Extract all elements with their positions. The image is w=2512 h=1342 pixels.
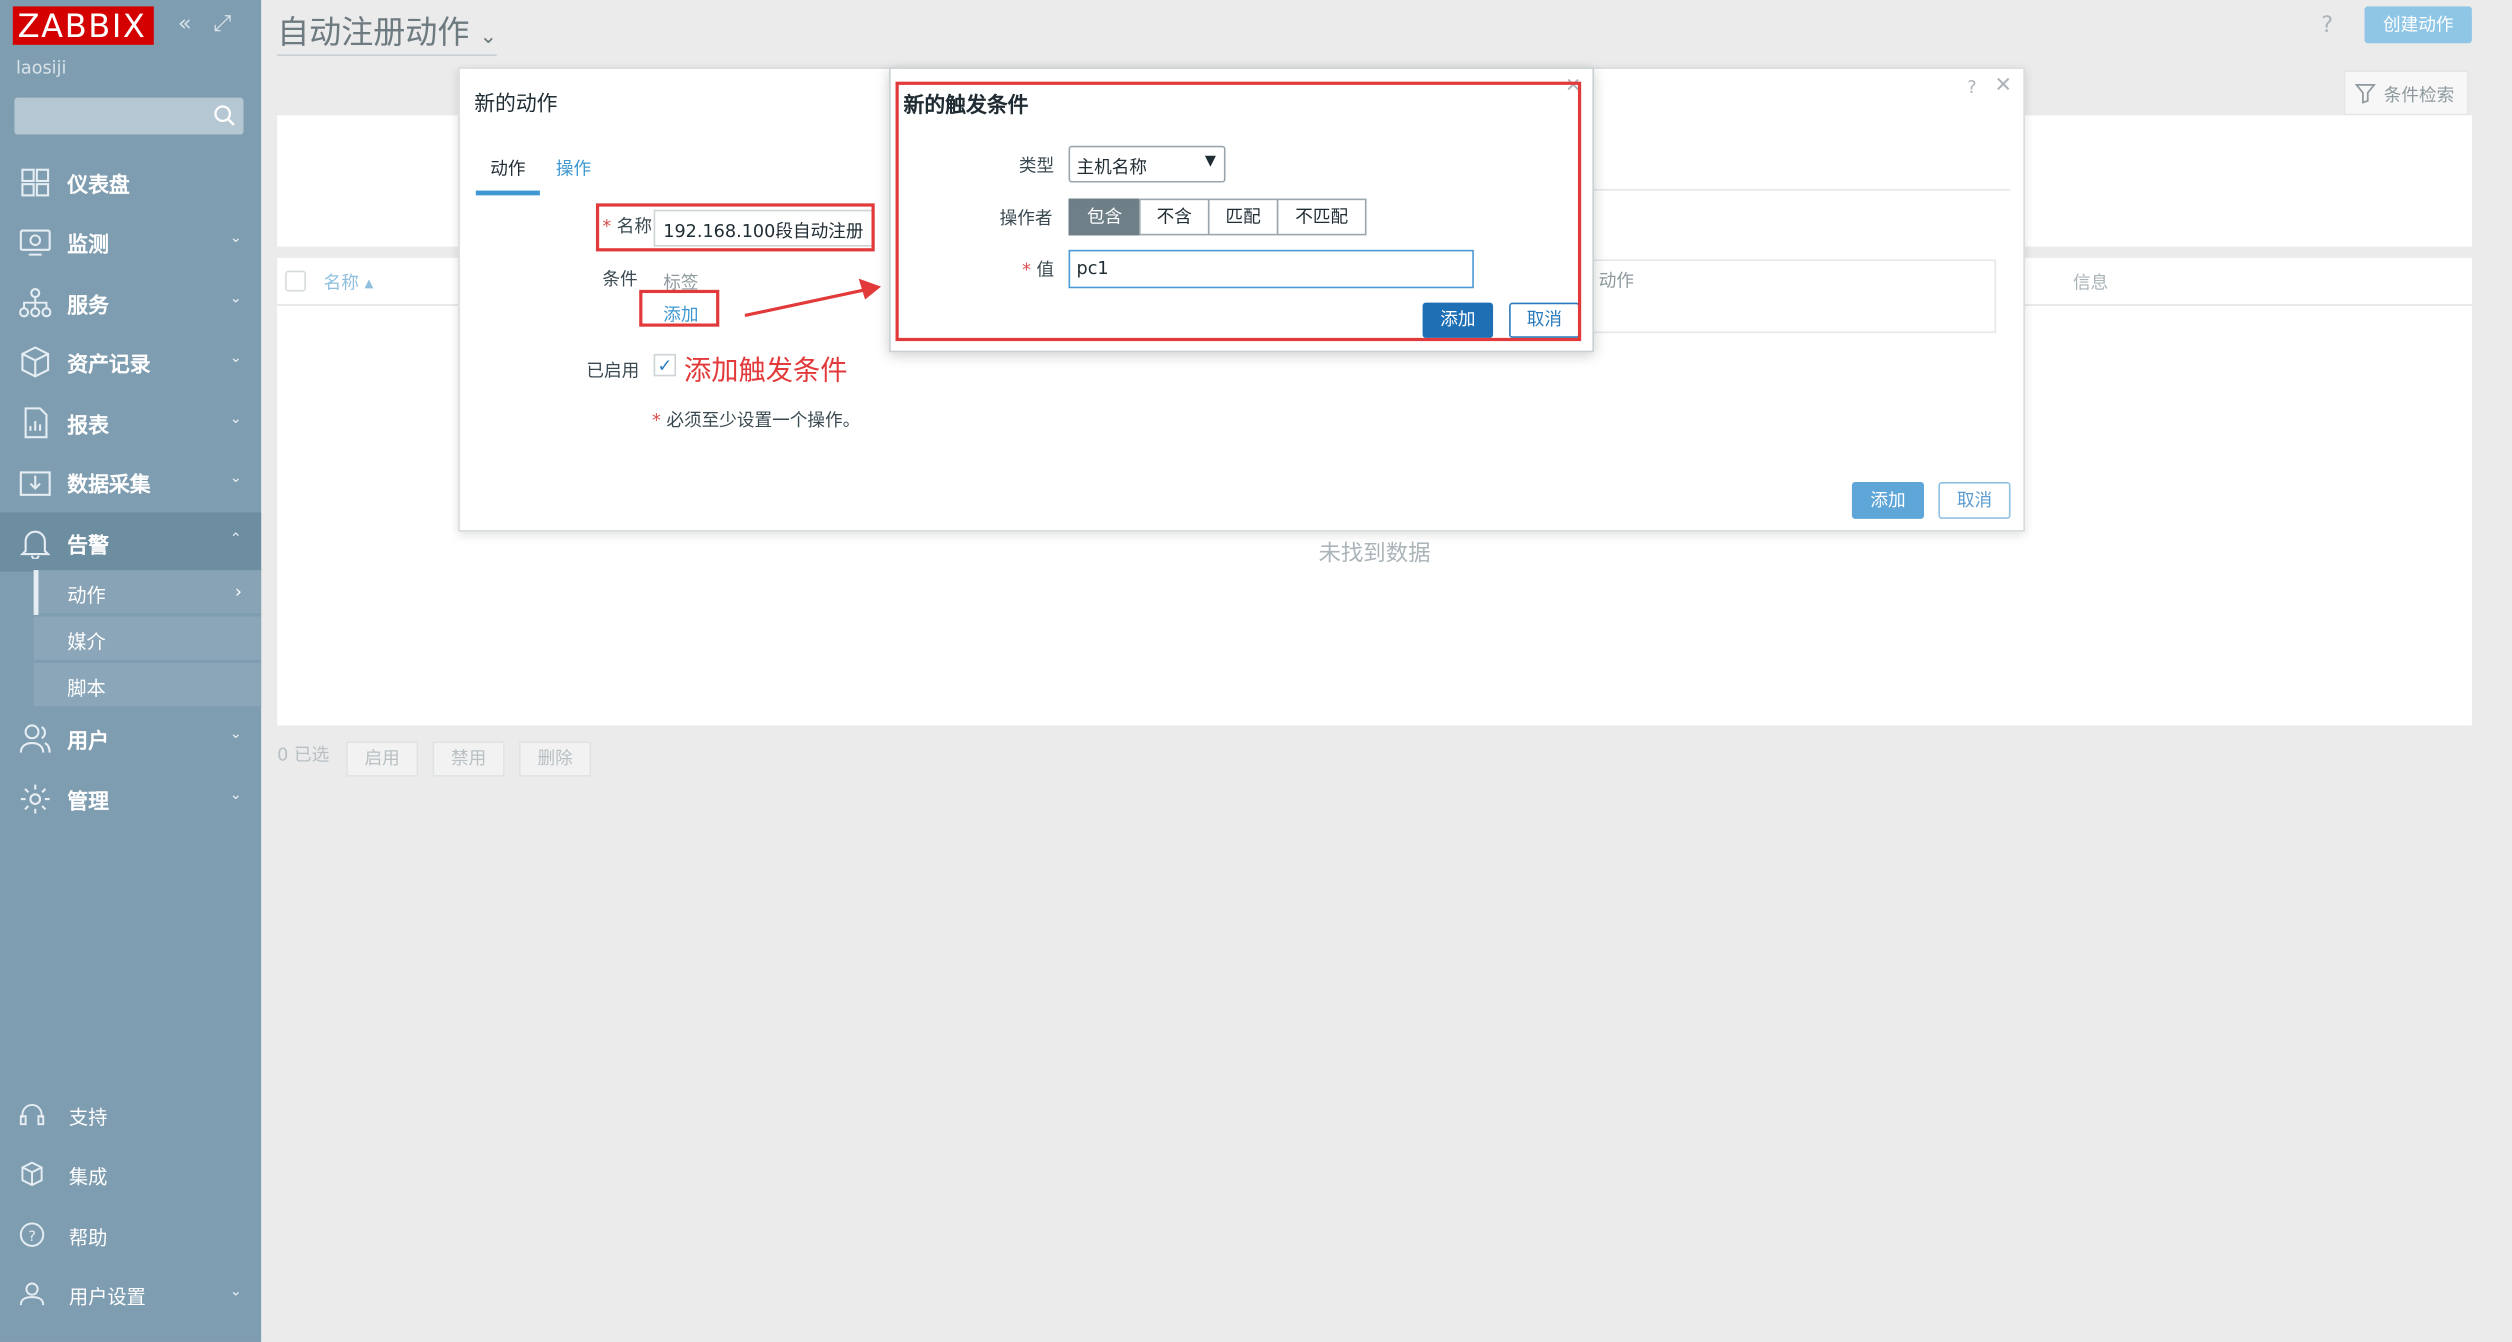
report-icon bbox=[24, 407, 48, 439]
page-title[interactable]: 自动注册动作 ⌄ bbox=[277, 6, 498, 57]
nav-monitoring[interactable]: 监测 ⌄ bbox=[0, 211, 261, 270]
search-icon[interactable] bbox=[213, 104, 235, 126]
operations-note-text: 必须至少设置一个操作。 bbox=[666, 409, 861, 431]
nav-user-settings[interactable]: 用户设置 ⌄ bbox=[0, 1270, 261, 1318]
conditions-label: 条件 bbox=[602, 269, 638, 290]
no-data-message: 未找到数据 bbox=[1318, 541, 1431, 567]
download-box-icon bbox=[19, 471, 51, 496]
enabled-checkbox[interactable]: ✓ bbox=[653, 353, 677, 377]
filter-icon bbox=[2354, 83, 2376, 104]
page-title-text: 自动注册动作 bbox=[277, 12, 470, 52]
nav-inventory-label: 资产记录 bbox=[67, 353, 151, 378]
nav-data-collection[interactable]: 数据采集 ⌄ bbox=[0, 452, 261, 511]
dialog-title: 新的动作 bbox=[474, 92, 558, 117]
sidebar-item-scripts-label: 脚本 bbox=[67, 677, 106, 700]
selected-count: 0 已选 bbox=[277, 744, 330, 766]
tab-action[interactable]: 动作 bbox=[475, 155, 540, 196]
chevron-down-icon: ⌄ bbox=[229, 727, 242, 744]
chevron-down-icon: ⌄ bbox=[229, 230, 242, 247]
divider bbox=[1581, 188, 2011, 191]
nav-services-label: 服务 bbox=[67, 294, 109, 319]
nav-help[interactable]: ? 帮助 bbox=[0, 1211, 261, 1259]
filter-tab-label: 条件检索 bbox=[2383, 84, 2455, 106]
gear-icon bbox=[20, 784, 50, 814]
annotation-box-name bbox=[595, 203, 875, 252]
chevron-right-icon: › bbox=[234, 581, 242, 603]
sidebar-item-actions[interactable]: 动作 › bbox=[33, 570, 262, 615]
column-info-header: 信息 bbox=[2072, 272, 2109, 294]
nav-administration-label: 管理 bbox=[67, 791, 109, 816]
annotation-text: 添加触发条件 bbox=[684, 355, 848, 388]
annotation-box-add bbox=[639, 289, 720, 327]
monitor-icon bbox=[19, 229, 51, 256]
chevron-up-icon: ⌃ bbox=[229, 531, 242, 548]
disable-button[interactable]: 禁用 bbox=[432, 741, 505, 777]
kiosk-mode-icon[interactable]: ⤢ bbox=[213, 11, 231, 37]
zabbix-logo[interactable]: ZABBIX bbox=[12, 6, 154, 45]
user-icon bbox=[19, 1282, 45, 1306]
nav-dashboard[interactable]: 仪表盘 bbox=[0, 152, 261, 211]
chevron-down-icon: ⌄ bbox=[229, 787, 242, 804]
nav-users-label: 用户 bbox=[67, 730, 109, 755]
nav-integrations[interactable]: 集成 bbox=[0, 1150, 261, 1198]
conditions-table-border bbox=[1581, 259, 1997, 334]
nav-support[interactable]: 支持 bbox=[0, 1091, 261, 1139]
sidebar-item-actions-label: 动作 bbox=[67, 584, 106, 607]
enabled-label: 已启用 bbox=[586, 360, 640, 382]
nav-inventory[interactable]: 资产记录 ⌄ bbox=[0, 331, 261, 390]
enable-button[interactable]: 启用 bbox=[346, 741, 419, 777]
chevron-down-icon: ⌄ bbox=[479, 25, 498, 50]
nav-help-label: 帮助 bbox=[68, 1226, 108, 1250]
nav-user-settings-label: 用户设置 bbox=[68, 1285, 146, 1309]
sidebar-item-media[interactable]: 媒介 bbox=[33, 616, 262, 662]
dashboard-icon bbox=[21, 168, 50, 197]
chevron-down-icon: ⌄ bbox=[229, 470, 242, 487]
nav-users[interactable]: 用户 ⌄ bbox=[0, 708, 261, 767]
help-icon: ? bbox=[19, 1222, 45, 1247]
bell-icon bbox=[19, 530, 51, 559]
nav-monitoring-label: 监测 bbox=[67, 233, 109, 258]
sidebar: ZABBIX « ⤢ laosiji 仪表盘 监测 ⌄ 服务 ⌄ 资产记录 ⌄ … bbox=[0, 0, 262, 1342]
dialog-help-icon[interactable]: ? bbox=[1967, 77, 1976, 98]
filter-tab[interactable]: 条件检索 bbox=[2343, 70, 2469, 116]
cube-icon bbox=[21, 346, 50, 378]
nav-integrations-label: 集成 bbox=[68, 1165, 108, 1189]
chevron-down-icon: ⌄ bbox=[229, 350, 242, 367]
delete-button[interactable]: 删除 bbox=[519, 741, 592, 777]
dialog-add-button[interactable]: 添加 bbox=[1851, 482, 1925, 519]
svg-text:?: ? bbox=[28, 1229, 36, 1245]
nav-support-label: 支持 bbox=[68, 1106, 108, 1129]
dialog-cancel-button[interactable]: 取消 bbox=[1938, 482, 2011, 519]
nav-services[interactable]: 服务 ⌄ bbox=[0, 272, 261, 331]
sidebar-search-input[interactable] bbox=[14, 97, 244, 135]
annotation-arrow-icon bbox=[744, 278, 882, 318]
operations-note: * 必须至少设置一个操作。 bbox=[652, 409, 861, 431]
nav-dashboard-label: 仪表盘 bbox=[67, 174, 130, 199]
sidebar-item-scripts[interactable]: 脚本 bbox=[33, 662, 262, 708]
nav-data-collection-label: 数据采集 bbox=[67, 474, 151, 499]
help-icon[interactable]: ? bbox=[2321, 13, 2333, 39]
users-icon bbox=[19, 724, 51, 753]
dialog-close-icon[interactable]: ✕ bbox=[1994, 74, 2011, 98]
nav-administration[interactable]: 管理 ⌄ bbox=[0, 769, 261, 828]
annotation-box-condition-dialog bbox=[895, 81, 1582, 342]
sidebar-item-media-label: 媒介 bbox=[67, 630, 106, 654]
collapse-sidebar-icon[interactable]: « bbox=[178, 11, 192, 37]
chevron-down-icon: ⌄ bbox=[229, 1284, 242, 1301]
create-action-button[interactable]: 创建动作 bbox=[2364, 6, 2472, 44]
nav-alerts-label: 告警 bbox=[67, 534, 109, 559]
tab-operations[interactable]: 操作 bbox=[556, 155, 591, 181]
nav-reports[interactable]: 报表 ⌄ bbox=[0, 392, 261, 451]
column-name-header[interactable]: 名称 ▴ bbox=[324, 269, 374, 295]
nav-reports-label: 报表 bbox=[67, 414, 109, 439]
nav-alerts[interactable]: 告警 ⌃ bbox=[0, 512, 262, 572]
chevron-down-icon: ⌄ bbox=[229, 411, 242, 428]
services-icon bbox=[19, 288, 52, 318]
headset-icon bbox=[19, 1104, 45, 1126]
username: laosiji bbox=[16, 57, 67, 79]
select-all-checkbox[interactable] bbox=[285, 270, 306, 292]
integrations-icon bbox=[21, 1161, 43, 1187]
chevron-down-icon: ⌄ bbox=[229, 291, 242, 308]
